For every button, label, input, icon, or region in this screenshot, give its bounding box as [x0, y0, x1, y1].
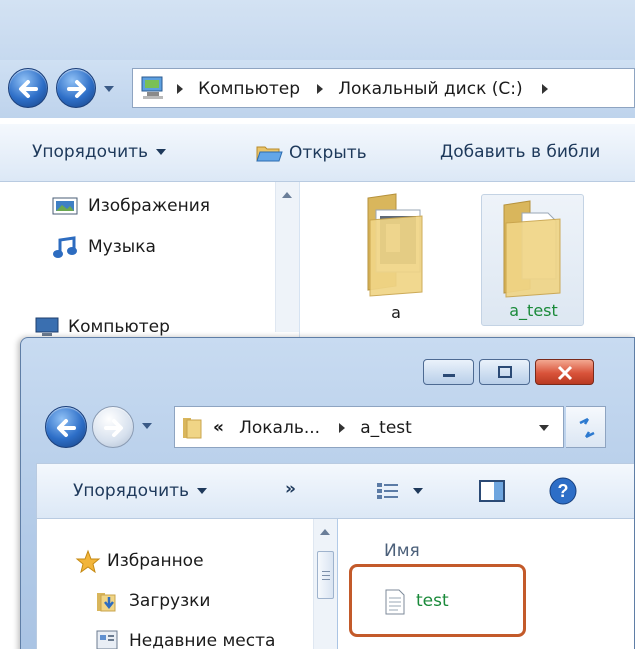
- address-bar[interactable]: Компьютер Локальный диск (C:): [132, 68, 635, 108]
- nav-item-label: Музыка: [88, 237, 156, 257]
- maximize-icon: [498, 366, 512, 378]
- maximize-button[interactable]: [479, 359, 530, 385]
- preview-pane-button[interactable]: [477, 478, 507, 504]
- breadcrumb-computer[interactable]: Компьютер: [198, 79, 300, 99]
- navigation-pane: Изображения Музыка Компьютер: [0, 182, 300, 362]
- folder-icon: [183, 418, 202, 439]
- address-bar[interactable]: « Локаль... a_test: [174, 406, 564, 448]
- minimize-button[interactable]: [423, 359, 474, 385]
- change-view-button[interactable]: [375, 480, 435, 506]
- folder-icon: [503, 200, 561, 298]
- computer-location-icon: [141, 76, 163, 99]
- back-button[interactable]: [8, 68, 48, 108]
- refresh-icon: [579, 417, 595, 439]
- explorer-window-front: « Локаль... a_test Упорядочить » ? Избра…: [20, 337, 635, 649]
- folder-name: a_test: [509, 301, 558, 320]
- column-header-name[interactable]: Имя: [384, 541, 420, 561]
- forward-button[interactable]: [56, 68, 96, 108]
- breadcrumb-a-test[interactable]: a_test: [360, 418, 412, 438]
- file-list: a a_test: [301, 182, 635, 362]
- add-to-library-button[interactable]: Добавить в библи: [440, 142, 600, 162]
- organize-button[interactable]: Упорядочить: [73, 481, 208, 501]
- help-icon: ?: [549, 477, 577, 505]
- command-bar: Упорядочить » ?: [36, 463, 634, 519]
- nav-pane-scrollbar[interactable]: [275, 182, 299, 332]
- music-library-icon: [53, 236, 77, 258]
- nav-item-label: Избранное: [107, 551, 204, 571]
- folder-icon: [367, 193, 423, 297]
- nav-item-label: Компьютер: [68, 317, 170, 337]
- close-button[interactable]: [535, 359, 594, 385]
- breadcrumb-separator-icon[interactable]: [177, 83, 183, 94]
- nav-item-label: Недавние места: [129, 631, 276, 649]
- back-button[interactable]: [45, 406, 87, 448]
- chevron-down-icon: [197, 488, 208, 494]
- folder-item-selected[interactable]: a_test: [481, 194, 584, 326]
- nav-item-label: Изображения: [88, 196, 211, 216]
- breadcrumb-separator-icon[interactable]: [339, 422, 346, 433]
- scroll-thumb[interactable]: [317, 551, 334, 599]
- forward-arrow-icon: [104, 419, 123, 437]
- star-icon: [75, 549, 101, 574]
- open-folder-icon: [256, 146, 283, 162]
- scroll-up-icon[interactable]: [282, 192, 292, 198]
- scroll-up-icon[interactable]: [320, 529, 330, 535]
- forward-arrow-icon: [67, 80, 86, 98]
- computer-icon: [35, 317, 59, 336]
- more-commands-label: »: [285, 479, 296, 499]
- add-to-library-label: Добавить в библи: [440, 142, 601, 162]
- refresh-button[interactable]: [566, 406, 606, 448]
- navigation-pane: Избранное Загрузки Недавние места: [36, 519, 336, 649]
- address-dropdown-icon[interactable]: [539, 425, 549, 431]
- view-list-icon: [377, 483, 398, 499]
- chevron-down-icon: [413, 488, 423, 494]
- nav-item-favorites[interactable]: Избранное: [75, 549, 204, 574]
- address-row: Компьютер Локальный диск (C:): [0, 60, 635, 118]
- title-bar: [0, 0, 635, 60]
- nav-item-downloads[interactable]: Загрузки: [95, 589, 210, 613]
- command-bar: Упорядочить Открыть Добавить в библи: [0, 124, 635, 182]
- chevron-down-icon: [156, 149, 167, 155]
- folder-item[interactable]: a: [351, 190, 441, 322]
- close-icon: [557, 365, 573, 381]
- breadcrumb-separator-icon[interactable]: [541, 83, 548, 94]
- history-dropdown-icon[interactable]: [142, 423, 152, 429]
- breadcrumb-overflow[interactable]: «: [213, 418, 224, 438]
- svg-text:?: ?: [558, 481, 569, 501]
- breadcrumb-separator-icon[interactable]: [317, 83, 324, 94]
- back-arrow-icon: [19, 80, 38, 98]
- minimize-icon: [443, 374, 455, 377]
- nav-pane-scrollbar[interactable]: [313, 519, 337, 649]
- forward-button[interactable]: [92, 406, 134, 448]
- open-label: Открыть: [289, 143, 367, 163]
- breadcrumb-local[interactable]: Локаль...: [239, 418, 320, 438]
- more-commands-button[interactable]: »: [285, 479, 296, 499]
- open-button[interactable]: Открыть: [255, 142, 367, 164]
- nav-item-computer[interactable]: Компьютер: [32, 316, 170, 338]
- nav-item-label: Загрузки: [129, 591, 211, 611]
- help-button[interactable]: ?: [547, 475, 579, 507]
- organize-label: Упорядочить: [73, 481, 190, 501]
- history-dropdown-icon[interactable]: [104, 86, 114, 92]
- preview-pane-icon: [479, 480, 505, 502]
- pictures-library-icon: [52, 197, 78, 215]
- breadcrumb-local-disk[interactable]: Локальный диск (C:): [338, 79, 522, 99]
- organize-label: Упорядочить: [32, 142, 149, 162]
- folder-name: a: [391, 303, 401, 322]
- nav-item-pictures[interactable]: Изображения: [52, 196, 210, 216]
- highlight-annotation: [349, 564, 526, 637]
- organize-button[interactable]: Упорядочить: [32, 142, 167, 162]
- downloads-folder-icon: [97, 593, 116, 612]
- back-arrow-icon: [57, 419, 76, 437]
- recent-places-icon: [96, 630, 118, 649]
- nav-item-music[interactable]: Музыка: [52, 236, 156, 258]
- nav-item-recent-places[interactable]: Недавние места: [95, 629, 275, 649]
